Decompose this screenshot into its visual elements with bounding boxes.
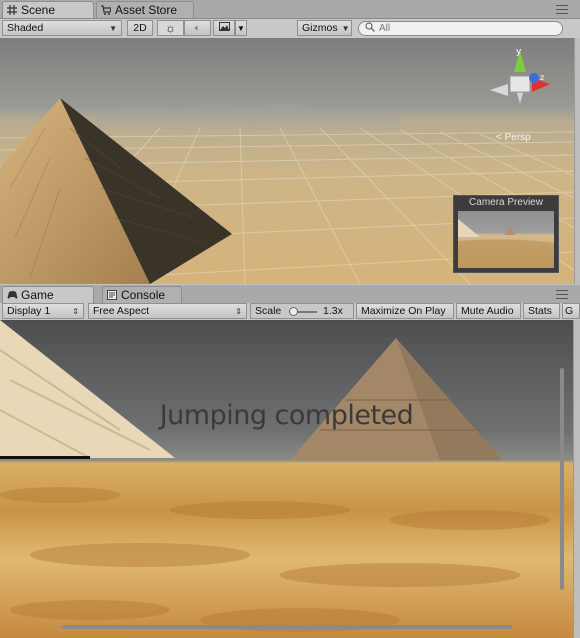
- maximize-on-play-label: Maximize On Play: [361, 305, 446, 317]
- game-panel-menu-icon[interactable]: [556, 290, 568, 299]
- gamepad-icon: [7, 290, 18, 300]
- maximize-on-play-toggle[interactable]: Maximize On Play: [356, 303, 454, 319]
- perspective-text: Persp: [504, 132, 531, 143]
- mute-audio-toggle[interactable]: Mute Audio: [456, 303, 521, 319]
- scale-value: 1.3x: [323, 305, 343, 317]
- svg-text:y: y: [516, 47, 522, 57]
- image-icon: [218, 22, 230, 34]
- tab-asset-store[interactable]: Asset Store: [96, 1, 194, 18]
- display-value: Display 1: [7, 305, 51, 317]
- scene-search-input[interactable]: All: [358, 21, 563, 36]
- dropdown-arrow-icon: ▼: [341, 23, 350, 33]
- game-tab-strip: Game Console: [0, 285, 580, 304]
- search-placeholder: All: [379, 23, 391, 34]
- shading-mode-value: Shaded: [7, 22, 44, 34]
- scene-panel-menu-icon[interactable]: [556, 5, 568, 14]
- audio-toggle-button[interactable]: 🔈︎: [184, 20, 211, 36]
- game-horizontal-scroll-thumb[interactable]: [62, 625, 512, 629]
- gizmo-z-axis-icon[interactable]: [529, 73, 539, 83]
- shopping-cart-icon: [101, 5, 112, 15]
- game-view-viewport[interactable]: Jumping completed: [0, 320, 573, 638]
- dropdown-arrow-icon: ⇕: [235, 306, 242, 316]
- camera-preview-title: Camera Preview: [469, 197, 543, 208]
- perspective-arrow-icon: <: [496, 132, 502, 143]
- scale-slider-group: Scale 1.3x: [250, 303, 354, 319]
- speaker-icon: 🔈︎: [194, 22, 201, 34]
- display-dropdown[interactable]: Display 1 ⇕: [2, 303, 84, 319]
- scene-toolbar: Shaded ▼ 2D ☼ 🔈︎ ▼ Gizmos ▼ All: [0, 19, 580, 39]
- svg-text:z: z: [540, 73, 544, 82]
- mute-audio-label: Mute Audio: [461, 305, 514, 317]
- game-gizmos-dropdown[interactable]: G: [562, 303, 580, 319]
- sun-icon: ☼: [165, 21, 176, 35]
- tab-game[interactable]: Game: [2, 286, 94, 303]
- game-vertical-scrollbar[interactable]: [573, 320, 580, 638]
- tab-game-label: Game: [21, 288, 54, 302]
- gizmos-label: Gizmos: [302, 22, 338, 34]
- tab-scene[interactable]: Scene: [2, 1, 94, 18]
- game-vertical-scroll-thumb[interactable]: [560, 368, 564, 590]
- shading-mode-dropdown[interactable]: Shaded ▼: [2, 20, 122, 36]
- 2d-toggle-label: 2D: [133, 22, 147, 34]
- orientation-gizmo-icon[interactable]: y z: [488, 46, 556, 120]
- tab-asset-store-label: Asset Store: [115, 3, 178, 17]
- game-toolbar: Display 1 ⇕ Free Aspect ⇕ Scale 1.3x Max…: [0, 303, 580, 321]
- game-gizmos-label: G: [565, 305, 574, 317]
- scale-label: Scale: [255, 305, 282, 317]
- stats-label: Stats: [528, 305, 552, 317]
- tab-console[interactable]: Console: [102, 286, 182, 303]
- grid-icon: [7, 5, 17, 15]
- aspect-value: Free Aspect: [93, 305, 150, 317]
- aspect-dropdown[interactable]: Free Aspect ⇕: [88, 303, 247, 319]
- dropdown-arrow-icon: ⇕: [72, 306, 79, 316]
- camera-preview-image: [458, 211, 554, 268]
- scene-tab-strip: Scene Asset Store: [0, 0, 580, 19]
- scale-slider-thumb[interactable]: [289, 307, 298, 316]
- dropdown-arrow-icon: ▼: [109, 23, 117, 33]
- lighting-toggle-button[interactable]: ☼: [157, 20, 184, 36]
- game-overlay-message: Jumping completed: [159, 400, 414, 431]
- dropdown-arrow-icon: ▼: [237, 23, 245, 33]
- scene-view-viewport[interactable]: y z < Persp Camera Preview: [0, 38, 574, 284]
- tab-scene-label: Scene: [21, 3, 56, 17]
- gizmos-dropdown[interactable]: Gizmos ▼: [297, 20, 352, 36]
- search-icon: [365, 22, 375, 35]
- scene-vertical-scrollbar[interactable]: [574, 38, 580, 284]
- perspective-label[interactable]: < Persp: [496, 132, 531, 143]
- game-scene-render: [0, 320, 550, 632]
- effects-dropdown-button[interactable]: ▼: [235, 20, 247, 36]
- stats-toggle[interactable]: Stats: [523, 303, 560, 319]
- effects-toggle-button[interactable]: [213, 20, 235, 36]
- 2d-toggle-button[interactable]: 2D: [127, 20, 153, 36]
- camera-preview-panel: Camera Preview: [453, 195, 559, 273]
- console-icon: [107, 290, 117, 300]
- tab-console-label: Console: [121, 288, 166, 302]
